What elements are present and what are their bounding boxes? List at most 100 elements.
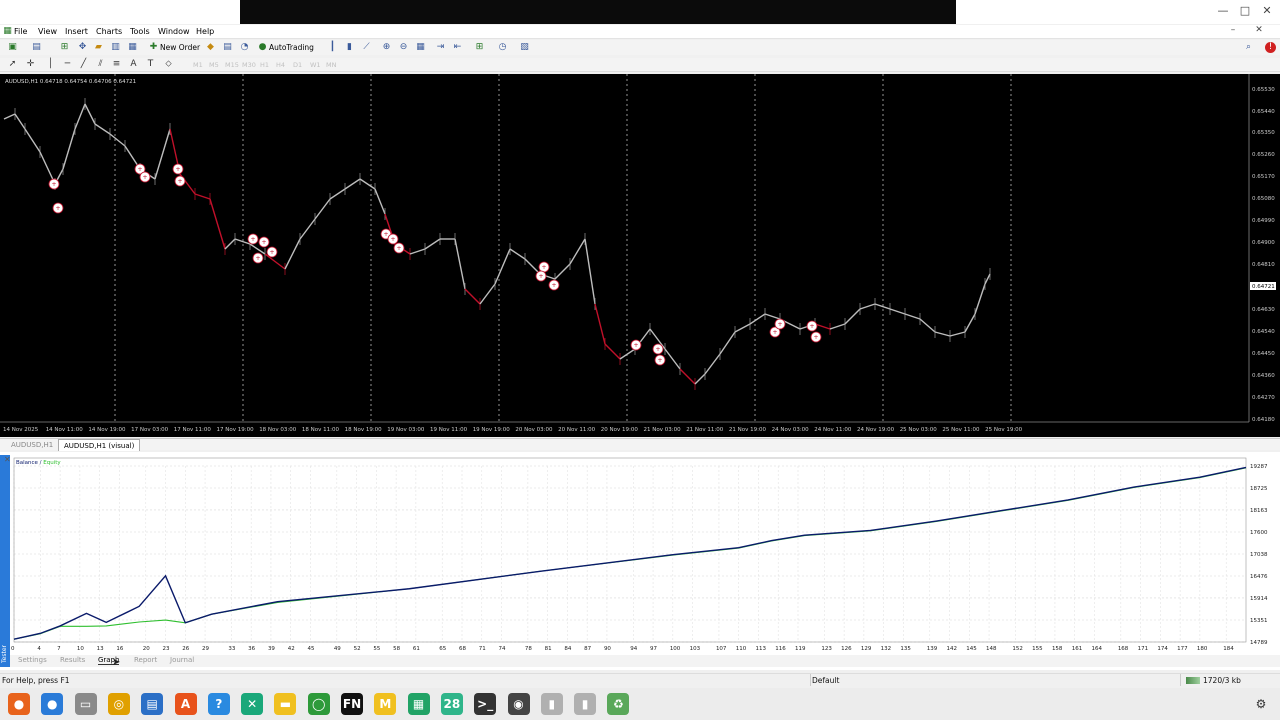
spreadsheet-icon[interactable]: ▦	[407, 693, 430, 715]
chart-tab-audusd[interactable]: AUDUSD,H1	[6, 439, 58, 451]
price-chart[interactable]: AUDUSD,H1 0.64718 0.64754 0.64706 0.6472…	[0, 74, 1280, 437]
usb-drive-2-icon[interactable]: ▮	[574, 693, 597, 715]
menu-insert[interactable]: Insert	[65, 27, 88, 36]
tf-d1[interactable]: D1	[293, 61, 302, 69]
fn-app-icon[interactable]: FN	[341, 693, 363, 715]
close-button[interactable]: ✕	[1260, 4, 1274, 18]
line-chart-icon[interactable]: ⟋	[361, 42, 372, 53]
usb-drive-icon[interactable]: ▮	[540, 693, 563, 715]
tab-settings[interactable]: Settings	[18, 656, 47, 664]
minimize-button[interactable]: —	[1216, 4, 1230, 18]
metaeditor-icon[interactable]: ◆	[205, 42, 216, 53]
price-chart-canvas[interactable]: AUDUSD,H1 0.64718 0.64754 0.64706 0.6472…	[0, 74, 1280, 437]
zoom-out-icon[interactable]: ⊖	[398, 42, 409, 53]
profiles-icon[interactable]: ▤	[31, 42, 42, 53]
tf-m1[interactable]: M1	[193, 61, 203, 69]
trash-icon[interactable]: ♻	[607, 693, 630, 715]
strategy-tester-icon[interactable]: ▦	[127, 42, 138, 53]
terminal-icon[interactable]: ▥	[110, 42, 121, 53]
terminal-ring-icon[interactable]: ◯	[307, 693, 330, 715]
price-label: 0.65080	[1252, 196, 1275, 202]
software-center-icon[interactable]: A	[174, 693, 197, 715]
indicators-icon[interactable]: ⊞	[474, 42, 485, 53]
tf-h1[interactable]: H1	[260, 61, 269, 69]
tf-h4[interactable]: H4	[276, 61, 285, 69]
navigator-icon[interactable]: ✥	[77, 42, 88, 53]
trade-marker-label: +	[634, 342, 639, 349]
templates-icon[interactable]: ▧	[519, 42, 530, 53]
search-history-icon[interactable]: ▤	[222, 42, 233, 53]
notes-icon[interactable]: ▬	[274, 693, 297, 715]
files-icon[interactable]: ▭	[74, 693, 97, 715]
tf-m5[interactable]: M5	[209, 61, 219, 69]
price-segment	[974, 283, 986, 315]
tf-mn[interactable]: MN	[326, 61, 336, 69]
help-icon[interactable]: ?	[207, 693, 230, 715]
price-segment	[454, 238, 466, 290]
tools-icon[interactable]: ✕	[241, 693, 264, 715]
price-segment	[904, 313, 921, 320]
calendar-icon[interactable]: 28	[440, 693, 463, 715]
signals-icon[interactable]: ◔	[239, 42, 250, 53]
price-segment	[209, 198, 226, 250]
auto-scroll-icon[interactable]: ⇥	[435, 42, 446, 53]
firefox-icon[interactable]: ●	[8, 693, 30, 715]
search-icon[interactable]: ⌕	[1243, 42, 1254, 53]
horizontal-line-icon[interactable]: ─	[62, 59, 73, 70]
chart-shift-icon[interactable]: ⇤	[452, 42, 463, 53]
trade-marker-label: +	[178, 178, 183, 185]
tile-windows-icon[interactable]: ▦	[415, 42, 426, 53]
doc-close-button[interactable]: ✕	[1252, 25, 1266, 39]
menu-help[interactable]: Help	[196, 27, 214, 36]
obs-icon[interactable]: ◉	[507, 693, 530, 715]
x-tick-label: 142	[947, 646, 958, 652]
vertical-line-icon[interactable]: │	[45, 59, 56, 70]
chart-tab-audusd-visual[interactable]: AUDUSD,H1 (visual)	[58, 439, 141, 451]
tester-close-icon[interactable]: ✕	[4, 455, 11, 464]
text-icon[interactable]: A	[128, 59, 139, 70]
text-editor-icon[interactable]: ▤	[141, 693, 164, 715]
market-watch-icon[interactable]: ⊞	[59, 42, 70, 53]
label-icon[interactable]: T	[145, 59, 156, 70]
menu-charts[interactable]: Charts	[96, 27, 122, 36]
zoom-in-icon[interactable]: ⊕	[381, 42, 392, 53]
m-app-icon[interactable]: M	[374, 693, 397, 715]
chrome-icon[interactable]: ●	[41, 693, 64, 715]
cursor-icon[interactable]: ➚	[7, 59, 18, 70]
tf-m30[interactable]: M30	[242, 61, 256, 69]
x-tick-label: 110	[736, 646, 747, 652]
console-icon[interactable]: >_	[474, 693, 497, 715]
balance-graph[interactable]: 14789 15351 15914 16476 17038 17600 18163 18725…	[0, 452, 1280, 655]
channel-icon[interactable]: ⫽	[95, 59, 106, 70]
menu-view[interactable]: View	[38, 27, 57, 36]
settings-icon[interactable]: ⚙	[1250, 693, 1272, 715]
autotrading-icon[interactable]: ●	[257, 42, 268, 53]
bar-chart-icon[interactable]: ┃	[327, 42, 338, 53]
tab-report[interactable]: Report	[134, 656, 157, 664]
shapes-icon[interactable]: ⬦	[163, 59, 174, 70]
autotrading-button[interactable]: AutoTrading	[269, 43, 314, 52]
menu-window[interactable]: Window	[158, 27, 190, 36]
doc-minimize-button[interactable]: –	[1226, 25, 1240, 39]
new-chart-icon[interactable]: ▣	[7, 42, 18, 53]
menu-tools[interactable]: Tools	[130, 27, 150, 36]
candlestick-icon[interactable]: ▮	[344, 42, 355, 53]
strategy-tester-panel: 14789 15351 15914 16476 17038 17600 18163 18725…	[0, 452, 1280, 670]
tab-journal[interactable]: Journal	[170, 656, 194, 664]
data-window-icon[interactable]: ▰	[93, 42, 104, 53]
menu-file[interactable]: File	[14, 27, 27, 36]
alert-icon[interactable]: !	[1265, 42, 1276, 53]
taskbar: ● ● ▭ ◎ ▤ A? ✕ ▬ ◯ FN M ▦ 28 >_ ◉ ▮ ▮ ♻ ⚙	[0, 688, 1280, 720]
tab-results[interactable]: Results	[60, 656, 85, 664]
new-order-button[interactable]: New Order	[160, 43, 200, 52]
maximize-button[interactable]: □	[1238, 4, 1252, 18]
crosshair-icon[interactable]: ✛	[25, 59, 36, 70]
new-order-icon[interactable]: ✚	[148, 42, 159, 53]
fibonacci-icon[interactable]: ≡	[111, 59, 122, 70]
trendline-icon[interactable]: ╱	[78, 59, 89, 70]
periods-icon[interactable]: ◷	[497, 42, 508, 53]
rhythmbox-icon[interactable]: ◎	[107, 693, 130, 715]
tf-m15[interactable]: M15	[225, 61, 239, 69]
app-icon: ▦	[3, 26, 12, 36]
tf-w1[interactable]: W1	[310, 61, 321, 69]
